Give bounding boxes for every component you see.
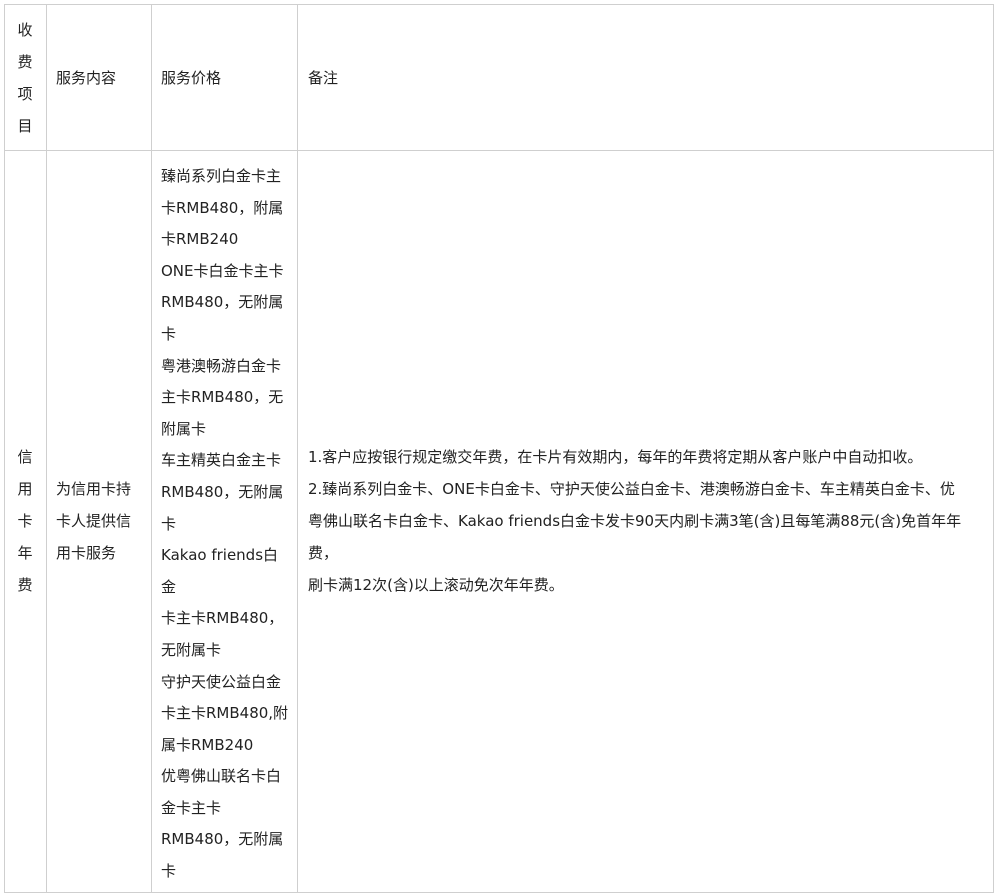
notes-line: 粤佛山联名卡白金卡、Kakao friends白金卡发卡90天内刷卡满3笔(含)… <box>308 512 962 563</box>
header-notes-label: 备注 <box>308 68 339 87</box>
fee-item-cell: 信用卡年费 <box>4 150 47 893</box>
notes-cell: 1.客户应按银行规定缴交年费，在卡片有效期内，每年的年费将定期从客户账户中自动扣… <box>297 150 994 893</box>
header-service-content: 服务内容 <box>46 4 152 151</box>
notes-line: 2.臻尚系列白金卡、ONE卡白金卡、守护天使公益白金卡、港澳畅游白金卡、车主精英… <box>308 480 955 499</box>
price-line: 属卡RMB240 <box>161 735 254 754</box>
price-line: 卡 <box>161 324 177 343</box>
price-line: 无附属卡 <box>161 640 222 659</box>
service-content-text: 为信用卡持卡人提供信用卡服务 <box>56 480 132 563</box>
price-line: 卡 <box>161 862 177 881</box>
header-service-price-label: 服务价格 <box>161 68 222 87</box>
price-line: 金卡主卡 <box>161 798 222 817</box>
header-service-content-label: 服务内容 <box>56 68 117 87</box>
price-line: 车主精英白金主卡 <box>161 451 282 470</box>
header-fee-item: 收费项目 <box>4 4 47 151</box>
notes-line: 刷卡满12次(含)以上滚动免次年年费。 <box>308 576 564 595</box>
price-line: 守护天使公益白金 <box>161 672 282 691</box>
price-line: 优粤佛山联名卡白 <box>161 767 282 786</box>
header-service-price: 服务价格 <box>151 4 298 151</box>
price-line: 粤港澳畅游白金卡 <box>161 356 282 375</box>
price-line: 卡RMB240 <box>161 230 239 249</box>
price-line: 附属卡 <box>161 419 207 438</box>
notes-line: 1.客户应按银行规定缴交年费，在卡片有效期内，每年的年费将定期从客户账户中自动扣… <box>308 448 923 467</box>
header-notes: 备注 <box>297 4 994 151</box>
price-line: RMB480，无附属 <box>161 293 284 312</box>
table-header-row: 收费项目 服务内容 服务价格 备注 <box>4 4 994 151</box>
price-line: 卡RMB480，附属 <box>161 198 284 217</box>
price-line: Kakao friends白金 <box>161 546 279 596</box>
price-line: 卡 <box>161 514 177 533</box>
price-line: 臻尚系列白金卡主 <box>161 167 282 185</box>
price-line: RMB480，无附属 <box>161 830 284 849</box>
price-line: 主卡RMB480，无 <box>161 388 284 407</box>
price-line: 卡主卡RMB480,附 <box>161 704 289 723</box>
fee-table: 收费项目 服务内容 服务价格 备注 信用卡年费 为信用卡持卡人提供信用卡服务 臻… <box>4 4 994 893</box>
service-content-cell: 为信用卡持卡人提供信用卡服务 <box>46 150 152 893</box>
price-list: 臻尚系列白金卡主 卡RMB480，附属 卡RMB240 ONE卡白金卡主卡 RM… <box>152 151 297 892</box>
price-line: RMB480，无附属 <box>161 482 284 501</box>
price-line: 卡主卡RMB480， <box>161 609 284 628</box>
table-row: 信用卡年费 为信用卡持卡人提供信用卡服务 臻尚系列白金卡主 卡RMB480，附属… <box>4 150 994 893</box>
notes-text: 1.客户应按银行规定缴交年费，在卡片有效期内，每年的年费将定期从客户账户中自动扣… <box>298 441 993 601</box>
header-fee-item-label: 收费项目 <box>17 20 33 135</box>
price-line: ONE卡白金卡主卡 <box>161 261 284 280</box>
service-price-cell: 臻尚系列白金卡主 卡RMB480，附属 卡RMB240 ONE卡白金卡主卡 RM… <box>151 150 298 893</box>
fee-item-text: 信用卡年费 <box>17 448 33 595</box>
